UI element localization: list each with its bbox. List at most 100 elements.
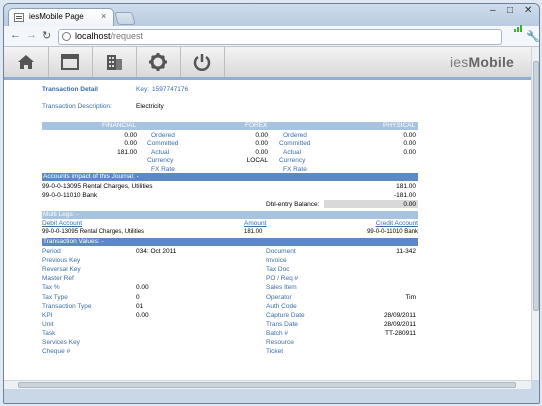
- debit-account-column[interactable]: Debit Account: [42, 220, 82, 227]
- forex-row-label: Actual: [283, 148, 302, 156]
- value-field-value: 0.00: [136, 311, 149, 319]
- value-field-label: Ticket: [266, 348, 284, 356]
- physical-value: 0.00: [403, 148, 416, 156]
- balance-value: 0.00: [403, 201, 416, 208]
- forex-value: LOCAL: [246, 157, 268, 165]
- home-button[interactable]: [4, 47, 49, 77]
- address-bar[interactable]: localhost/request: [58, 29, 502, 45]
- horizontal-scroll-thumb[interactable]: [18, 382, 516, 388]
- value-field-label: PO / Req #: [266, 275, 299, 283]
- forex-value: 0.00: [255, 132, 268, 139]
- leg-credit-account: 99-0-0-11010 Bank: [367, 229, 418, 235]
- value-field-value: 11-342: [396, 248, 416, 255]
- reload-icon[interactable]: ↻: [42, 29, 51, 42]
- status-bar: [4, 389, 539, 403]
- forward-arrow-icon[interactable]: →: [26, 29, 37, 41]
- page-info-icon: [62, 32, 71, 41]
- header-divider: [4, 77, 531, 80]
- amount-column[interactable]: Amount: [244, 220, 266, 227]
- value-field-label: Sales Item: [266, 284, 297, 292]
- maximize-button[interactable]: □: [507, 5, 513, 16]
- value-field-label: Unit: [42, 320, 54, 328]
- app-brand-logo: iesMobile: [450, 54, 514, 70]
- value-field-label: Document: [266, 248, 296, 255]
- page-favicon-icon: [14, 13, 24, 22]
- value-field-label: Services Key: [42, 339, 80, 346]
- leg-amount: 181.00: [244, 229, 263, 235]
- value-field-label: Tax Type: [42, 293, 68, 301]
- back-arrow-icon[interactable]: ←: [10, 29, 21, 41]
- browser-tab[interactable]: iesMobile Page ×: [8, 8, 114, 27]
- value-field-value: TT-280911: [385, 329, 416, 337]
- multi-legs-header-bar: Multi Legs: -: [42, 211, 418, 219]
- minimize-button[interactable]: –: [490, 5, 496, 16]
- value-field-value: 28/09/2011: [383, 320, 416, 328]
- journal-header: Accounts impact of this Journal: -: [43, 173, 139, 180]
- financial-header: FINANCIAL: [102, 122, 136, 129]
- page-viewport: iesMobile Transaction Detail Key: 159774…: [4, 47, 531, 380]
- window-button[interactable]: [48, 47, 93, 77]
- financial-row-label: Ordered: [151, 132, 175, 139]
- wrench-menu-icon[interactable]: 🔧: [526, 30, 539, 43]
- settings-button[interactable]: [136, 47, 181, 77]
- new-tab-button[interactable]: [114, 12, 136, 25]
- value-field-label: Period: [42, 248, 61, 255]
- balance-label: Dbl-entry Balance:: [266, 201, 320, 208]
- journal-amount-1: 181.00: [396, 183, 416, 190]
- description-value: Electricity: [136, 103, 164, 110]
- horizontal-scrollbar[interactable]: [4, 380, 531, 389]
- leg-debit-account: 99-0-0-13095 Rental Charges, Utilities: [42, 229, 145, 235]
- value-field-label: Master Ref: [42, 275, 74, 283]
- value-field-label: Tax Doc: [266, 266, 290, 274]
- credit-account-column[interactable]: Credit Account: [339, 220, 418, 227]
- vertical-scroll-thumb[interactable]: [533, 61, 539, 311]
- value-field-label: Trans Date: [266, 320, 298, 328]
- forex-row-label: FX Rate: [283, 165, 307, 173]
- financial-value: 181.00: [117, 148, 137, 156]
- tab-title: iesMobile Page: [29, 12, 84, 21]
- brand-suffix: Mobile: [468, 54, 515, 70]
- journal-header-bar: Accounts impact of this Journal: -: [42, 173, 418, 181]
- brand-prefix: ies: [450, 54, 469, 70]
- multi-legs-header: Multi Legs: -: [43, 211, 79, 218]
- tab-strip: iesMobile Page × – □ ✕: [4, 4, 539, 27]
- forex-value: 0.00: [255, 140, 268, 148]
- building-button[interactable]: [92, 47, 137, 77]
- app-nav-bar: iesMobile: [4, 47, 531, 78]
- logout-button[interactable]: [180, 47, 225, 77]
- financial-header-bar: FINANCIAL FOREX PHYSICAL: [42, 122, 418, 130]
- financial-value: 0.00: [124, 140, 137, 148]
- window-icon: [61, 54, 79, 70]
- value-field-label: Batch #: [266, 329, 289, 337]
- value-field-label: Reversal Key: [42, 266, 81, 274]
- vertical-scrollbar[interactable]: [531, 47, 539, 380]
- forex-row-label: Currency: [279, 157, 306, 165]
- value-field-value: 28/09/2011: [383, 311, 416, 319]
- close-window-button[interactable]: ✕: [524, 5, 532, 16]
- home-icon: [18, 55, 34, 69]
- journal-account-1: 99-0-0-13095 Rental Charges, Utilities: [42, 183, 153, 190]
- forex-value: 0.00: [255, 148, 268, 156]
- value-field-label: Resource: [266, 339, 294, 346]
- forex-row-label: Committed: [279, 140, 311, 148]
- url-host: localhost: [75, 31, 111, 41]
- forex-header: FOREX: [245, 122, 268, 129]
- financial-row-label: Actual: [151, 148, 170, 156]
- value-field-label: Task: [42, 329, 56, 337]
- value-field-value: 034: Oct 2011: [136, 248, 177, 255]
- value-field-label: Transaction Type: [42, 302, 92, 310]
- value-field-value: 01: [136, 302, 144, 310]
- forex-row-label: Ordered: [283, 132, 307, 139]
- key-value: 1597747176: [152, 86, 189, 93]
- value-field-label: Invoice: [266, 257, 287, 265]
- balance-field: 0.00: [324, 200, 418, 208]
- journal-account-2: 99-0-0-11010 Bank: [42, 192, 98, 199]
- value-field-label: Tax %: [42, 284, 60, 292]
- value-field-value: 0: [136, 293, 140, 301]
- url-text: localhost/request: [75, 31, 143, 41]
- key-label: Key:: [136, 86, 150, 93]
- tab-close-icon[interactable]: ×: [101, 11, 106, 21]
- power-icon: [193, 54, 211, 71]
- url-path: /request: [110, 31, 144, 41]
- value-field-label: KPI: [42, 311, 53, 319]
